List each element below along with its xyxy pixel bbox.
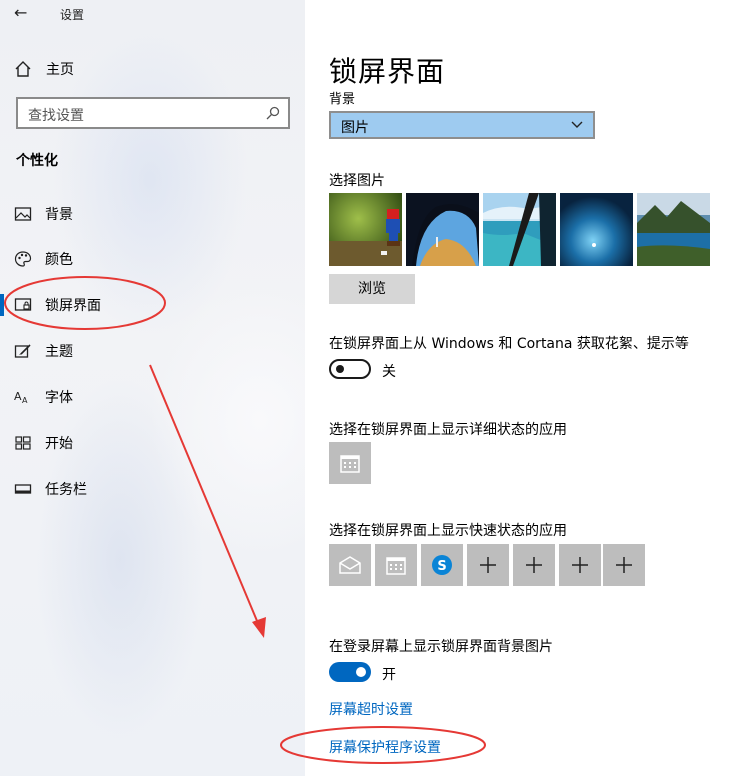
thumbnail-mario[interactable] (329, 193, 402, 266)
font-icon: AA (14, 390, 28, 405)
palette-icon (14, 251, 32, 267)
sidebar-item-taskbar[interactable]: 任务栏 (14, 478, 87, 500)
fun-facts-state: 关 (382, 364, 396, 380)
svg-text:A: A (14, 390, 22, 403)
detailed-status-label: 选择在锁屏界面上显示详细状态的应用 (329, 422, 567, 438)
chevron-down-icon (571, 121, 583, 128)
image-icon (14, 207, 32, 221)
background-dropdown[interactable]: 图片 (329, 111, 595, 139)
sidebar-item-background[interactable]: 背景 (14, 203, 73, 225)
quick-status-app-mail[interactable] (329, 544, 371, 586)
home-icon (15, 61, 31, 77)
sidebar: ← 设置 主页 查找设置 个性化 背景 颜色 锁屏界面 主题 AA 字体 开始 … (0, 0, 305, 776)
sidebar-item-label: 任务栏 (45, 482, 87, 498)
taskbar-icon (14, 484, 32, 494)
nav-home[interactable]: 主页 (14, 58, 74, 80)
selection-indicator (0, 294, 4, 316)
search-input[interactable]: 查找设置 (16, 97, 290, 129)
add-icon (480, 557, 496, 573)
background-label: 背景 (329, 92, 356, 107)
sidebar-item-label: 主题 (45, 344, 73, 360)
sidebar-item-lockscreen[interactable]: 锁屏界面 (14, 294, 101, 316)
search-placeholder: 查找设置 (28, 108, 84, 124)
sidebar-item-label: 开始 (45, 436, 73, 452)
quick-status-add-button[interactable] (603, 544, 645, 586)
detailed-status-app[interactable] (329, 442, 371, 484)
quick-status-add-button[interactable] (467, 544, 509, 586)
svg-text:S: S (437, 559, 446, 574)
calendar-icon (340, 455, 360, 473)
sidebar-item-label: 颜色 (45, 252, 73, 268)
theme-brush-icon (14, 344, 31, 358)
background-dropdown-value: 图片 (341, 120, 369, 136)
sidebar-item-label: 字体 (45, 390, 73, 406)
thumbnail-beach[interactable] (483, 193, 556, 266)
picture-thumbnails (329, 193, 710, 266)
nav-home-label: 主页 (46, 62, 74, 78)
sidebar-item-colors[interactable]: 颜色 (14, 248, 73, 270)
window-title: 设置 (60, 8, 85, 22)
sidebar-item-themes[interactable]: 主题 (14, 340, 73, 362)
screensaver-settings-link[interactable]: 屏幕保护程序设置 (329, 737, 441, 757)
calendar-icon (386, 557, 406, 575)
browse-button[interactable]: 浏览 (329, 274, 415, 304)
svg-text:A: A (22, 396, 28, 405)
toggle-knob (336, 365, 344, 373)
sidebar-item-fonts[interactable]: AA 字体 (14, 386, 73, 408)
quick-status-app-skype[interactable]: S (421, 544, 463, 586)
fun-facts-label: 在锁屏界面上从 Windows 和 Cortana 获取花絮、提示等 (329, 336, 689, 352)
add-icon (616, 557, 632, 573)
signin-background-label: 在登录屏幕上显示锁屏界面背景图片 (329, 639, 553, 655)
back-arrow-icon[interactable]: ← (14, 4, 32, 22)
page-title: 锁屏界面 (329, 55, 446, 88)
add-icon (572, 557, 588, 573)
sidebar-item-label: 背景 (45, 207, 73, 223)
choose-picture-label: 选择图片 (329, 173, 385, 189)
quick-status-add-button[interactable] (559, 544, 601, 586)
add-icon (526, 557, 542, 573)
section-title: 个性化 (16, 153, 58, 169)
quick-status-app-calendar[interactable] (375, 544, 417, 586)
sidebar-item-label: 锁屏界面 (45, 298, 101, 314)
screen-timeout-link[interactable]: 屏幕超时设置 (329, 699, 413, 719)
search-icon[interactable] (266, 106, 280, 120)
thumbnail-cave[interactable] (406, 193, 479, 266)
quick-status-label: 选择在锁屏界面上显示快速状态的应用 (329, 523, 567, 539)
quick-status-add-button[interactable] (513, 544, 555, 586)
main-content: 锁屏界面 背景 图片 选择图片 浏览 在锁屏界面上从 Windows 和 Cor… (305, 0, 750, 776)
lockscreen-icon (14, 298, 32, 311)
thumbnail-ice-cave[interactable] (560, 193, 633, 266)
skype-icon: S (432, 555, 452, 575)
signin-background-state: 开 (382, 667, 396, 683)
toggle-knob (356, 667, 366, 677)
sidebar-item-start[interactable]: 开始 (14, 432, 73, 454)
signin-background-toggle[interactable] (329, 662, 371, 682)
thumbnail-mountain-lake[interactable] (637, 193, 710, 266)
fun-facts-toggle[interactable] (329, 359, 371, 379)
mail-icon (339, 556, 361, 574)
start-grid-icon (15, 436, 31, 450)
